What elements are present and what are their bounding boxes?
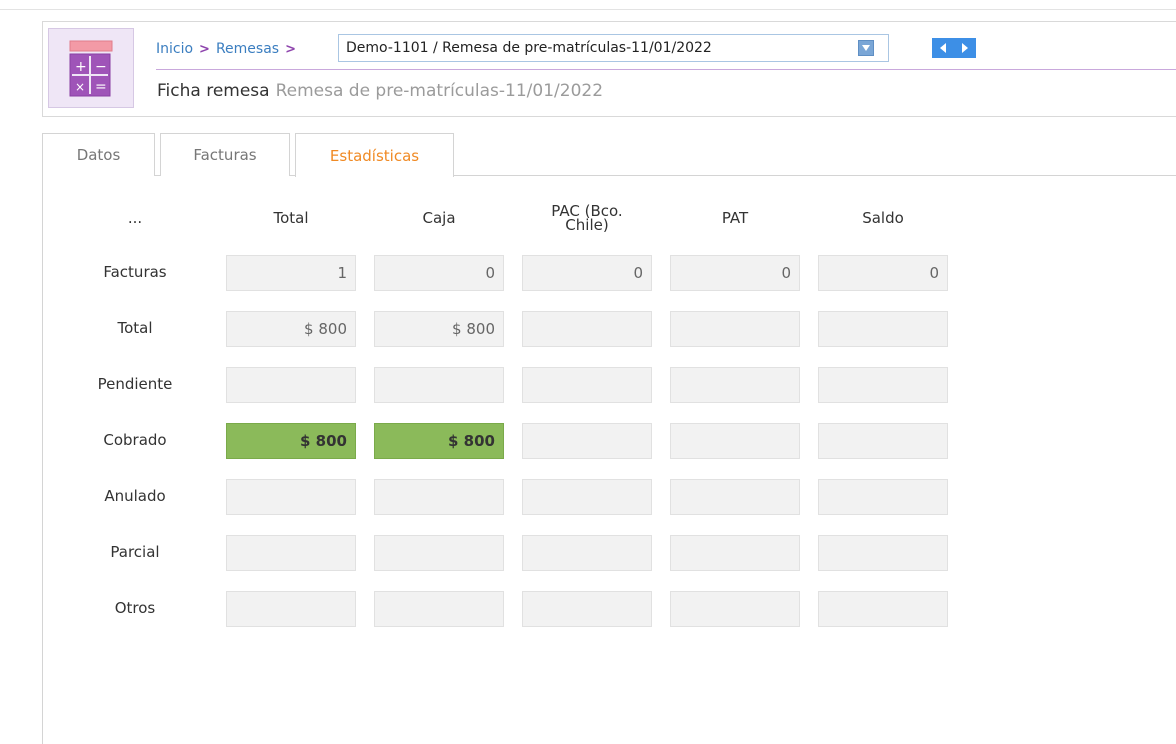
stat-cell bbox=[818, 535, 948, 571]
stat-cell bbox=[818, 311, 948, 347]
calculator-icon: + − × = bbox=[48, 28, 134, 108]
header-divider bbox=[156, 69, 1176, 70]
column-header: Saldo bbox=[862, 209, 904, 227]
stat-cell bbox=[522, 311, 652, 347]
stat-cell: $ 800 bbox=[226, 423, 356, 459]
row-label: Pendiente bbox=[97, 375, 173, 393]
stat-cell bbox=[226, 367, 356, 403]
column-header: Caja bbox=[422, 209, 456, 227]
tab-estadisticas[interactable]: Estadísticas bbox=[295, 133, 454, 177]
stat-cell: $ 800 bbox=[374, 311, 504, 347]
stat-cell bbox=[374, 591, 504, 627]
stat-cell bbox=[818, 479, 948, 515]
stat-cell bbox=[818, 591, 948, 627]
stat-cell bbox=[818, 367, 948, 403]
row-label: Total bbox=[117, 319, 153, 337]
stat-cell bbox=[522, 591, 652, 627]
column-header: ... bbox=[127, 209, 143, 227]
tab-facturas[interactable]: Facturas bbox=[160, 133, 290, 176]
stat-cell: 0 bbox=[818, 255, 948, 291]
stat-cell: $ 800 bbox=[226, 311, 356, 347]
svg-text:−: − bbox=[95, 59, 107, 75]
form-title: Ficha remesa bbox=[157, 81, 270, 101]
row-label: Otros bbox=[114, 599, 156, 617]
column-header: PAT bbox=[721, 209, 749, 227]
column-header: PAC (Bco. Chile) bbox=[551, 202, 623, 234]
page-title: Ficha remesa Remesa de pre-matrículas-11/… bbox=[157, 81, 603, 101]
row-label: Facturas bbox=[103, 263, 167, 281]
stat-cell: 0 bbox=[522, 255, 652, 291]
stat-cell bbox=[374, 535, 504, 571]
stat-cell bbox=[226, 591, 356, 627]
row-label: Anulado bbox=[104, 487, 166, 505]
stat-cell bbox=[670, 479, 800, 515]
chevron-down-icon[interactable] bbox=[858, 40, 874, 56]
form-subtitle: Remesa de pre-matrículas-11/01/2022 bbox=[275, 81, 604, 101]
stat-cell bbox=[226, 479, 356, 515]
stat-cell: 0 bbox=[670, 255, 800, 291]
stat-cell bbox=[374, 479, 504, 515]
breadcrumb: Inicio > Remesas > bbox=[156, 36, 302, 62]
stat-cell bbox=[670, 367, 800, 403]
stat-cell bbox=[670, 591, 800, 627]
row-label: Parcial bbox=[110, 543, 160, 561]
stat-cell bbox=[522, 367, 652, 403]
stat-cell bbox=[670, 535, 800, 571]
svg-text:+: + bbox=[75, 59, 87, 75]
arrow-left-icon[interactable] bbox=[934, 39, 952, 57]
stat-cell bbox=[818, 423, 948, 459]
column-header: Total bbox=[273, 209, 309, 227]
stat-cell bbox=[226, 535, 356, 571]
stat-cell: 1 bbox=[226, 255, 356, 291]
stat-cell bbox=[522, 479, 652, 515]
stat-cell bbox=[522, 423, 652, 459]
stat-cell bbox=[374, 367, 504, 403]
stat-cell: $ 800 bbox=[374, 423, 504, 459]
stat-cell: 0 bbox=[374, 255, 504, 291]
stat-cell bbox=[670, 423, 800, 459]
arrow-right-icon[interactable] bbox=[956, 39, 974, 57]
breadcrumb-home-link[interactable]: Inicio bbox=[156, 41, 193, 57]
top-divider bbox=[0, 9, 1176, 10]
row-label: Cobrado bbox=[103, 431, 167, 449]
stat-cell bbox=[670, 311, 800, 347]
breadcrumb-remesas-link[interactable]: Remesas bbox=[216, 41, 279, 57]
svg-text:=: = bbox=[95, 79, 107, 95]
record-select[interactable]: Demo-1101 / Remesa de pre-matrículas-11/… bbox=[338, 34, 889, 62]
breadcrumb-chevron-icon: > bbox=[199, 41, 210, 57]
breadcrumb-chevron-icon: > bbox=[285, 41, 296, 57]
record-nav bbox=[932, 38, 976, 58]
content-border bbox=[42, 175, 43, 744]
record-select-value: Demo-1101 / Remesa de pre-matrículas-11/… bbox=[346, 40, 712, 56]
svg-text:×: × bbox=[75, 80, 85, 94]
tab-datos[interactable]: Datos bbox=[42, 133, 155, 176]
stat-cell bbox=[522, 535, 652, 571]
